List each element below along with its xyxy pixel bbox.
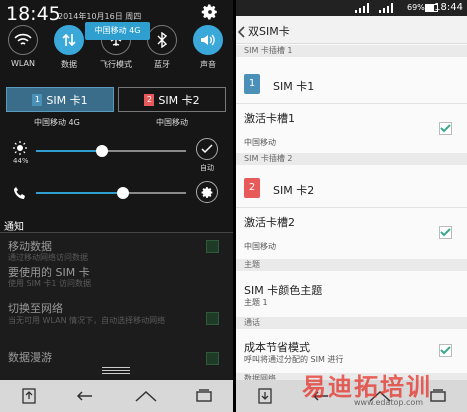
divider bbox=[236, 207, 467, 208]
sim-color-theme-value: 主题 1 bbox=[244, 298, 268, 307]
carrier-toast: 中国移动 4G bbox=[85, 22, 150, 40]
volume-knob[interactable] bbox=[117, 187, 129, 199]
date: 2014年10月16日 周四 bbox=[58, 12, 142, 21]
volume-icon bbox=[193, 25, 223, 55]
notification-header: 通知 bbox=[4, 222, 24, 233]
qs-label: 声音 bbox=[200, 60, 216, 69]
sim2-button[interactable]: 2 SIM 卡2 bbox=[118, 87, 226, 112]
section-header-theme: 主题 bbox=[236, 259, 467, 271]
sim-color-theme-label: SIM 卡颜色主题 bbox=[244, 284, 323, 297]
drag-handle[interactable] bbox=[102, 367, 130, 375]
bg-sub: 当无可用 WLAN 情况下，自动选择移动网络 bbox=[8, 316, 166, 325]
qs-sound[interactable]: 声音 bbox=[191, 25, 225, 70]
phone-volume-icon bbox=[13, 185, 27, 204]
slot2-carrier: 中国移动 bbox=[244, 242, 276, 251]
activate-slot1-label: 激活卡槽1 bbox=[244, 112, 295, 125]
download-icon[interactable] bbox=[250, 384, 280, 408]
auto-label: 自动 bbox=[200, 164, 214, 172]
signal-4g-icon bbox=[354, 2, 374, 16]
sim2-carrier: 中国移动 bbox=[156, 118, 188, 127]
bg-checkbox bbox=[206, 240, 219, 253]
divider bbox=[0, 232, 233, 233]
sim1-button-label: SIM 卡1 bbox=[46, 93, 88, 107]
watermark: 易迪拓培训 bbox=[302, 373, 432, 401]
bg-sub: 使用 SIM 卡1 访问数据 bbox=[8, 279, 92, 288]
slot1-checkbox[interactable] bbox=[439, 122, 452, 135]
activate-slot2-label: 激活卡槽2 bbox=[244, 216, 295, 229]
home-icon[interactable] bbox=[131, 384, 161, 408]
sim2-icon: 2 bbox=[244, 178, 260, 198]
sim2-button-label: SIM 卡2 bbox=[158, 93, 200, 107]
signal-icon bbox=[378, 2, 398, 16]
back-icon[interactable] bbox=[72, 384, 102, 408]
volume-fill bbox=[36, 192, 123, 194]
qs-label: 数据 bbox=[61, 60, 77, 69]
page-title: 双SIM卡 bbox=[248, 25, 290, 38]
status-bar: 69% 18:44 bbox=[236, 0, 467, 16]
cost-saving-desc: 呼叫将通过分配的 SIM 进行 bbox=[244, 355, 344, 364]
clock: 18:45 bbox=[6, 3, 61, 25]
qs-data[interactable]: 数据 bbox=[52, 25, 86, 70]
sim2-name: SIM 卡2 bbox=[273, 184, 315, 197]
sim1-carrier: 中国移动 4G bbox=[34, 118, 80, 127]
back-arrow-icon[interactable] bbox=[237, 23, 246, 42]
bg-checkbox bbox=[206, 352, 219, 365]
slot2-checkbox[interactable] bbox=[439, 226, 452, 239]
auto-brightness-button[interactable] bbox=[196, 138, 218, 160]
bluetooth-icon bbox=[147, 25, 177, 55]
section-header-call: 通话 bbox=[236, 317, 467, 329]
cost-saving-checkbox[interactable] bbox=[439, 344, 452, 357]
bg-item: 切换至网络 bbox=[8, 302, 63, 315]
bg-checkbox bbox=[206, 312, 219, 325]
clock: 18:44 bbox=[434, 2, 463, 13]
qs-bluetooth[interactable]: 蓝牙 bbox=[145, 25, 179, 70]
brightness-percent: 44% bbox=[13, 157, 29, 165]
brightness-fill bbox=[36, 150, 102, 152]
notification-shade-screen: 移动数据 通过移动网络访问数据 要使用的 SIM 卡 使用 SIM 卡1 访问数… bbox=[0, 0, 233, 412]
dual-sim-settings-screen: 69% 18:44 双SIM卡 SIM 卡插槽 1 1 SIM 卡1 激活卡槽1… bbox=[236, 0, 467, 412]
sim1-icon: 1 bbox=[244, 74, 260, 94]
bg-sub: 通过移动网络访问数据 bbox=[8, 253, 88, 262]
sim1-button[interactable]: 1 SIM 卡1 bbox=[6, 87, 114, 112]
quick-settings-panel: 18:45 2014年10月16日 周四 WLAN 数据 飞行模式 蓝牙 声音 … bbox=[0, 0, 233, 233]
wifi-icon bbox=[8, 25, 38, 55]
nav-bar bbox=[0, 380, 233, 412]
volume-settings-button[interactable] bbox=[196, 181, 218, 203]
brightness-knob[interactable] bbox=[96, 145, 108, 157]
section-header-sim2: SIM 卡插槽 2 bbox=[236, 153, 467, 165]
share-icon[interactable] bbox=[14, 384, 44, 408]
title-bar: 双SIM卡 bbox=[236, 16, 467, 44]
section-header-sim1: SIM 卡插槽 1 bbox=[236, 45, 467, 57]
slot1-carrier: 中国移动 bbox=[244, 138, 276, 147]
recents-icon[interactable] bbox=[189, 384, 219, 408]
data-arrows-icon bbox=[54, 25, 84, 55]
sim2-icon: 2 bbox=[144, 93, 155, 106]
bg-item: 数据漫游 bbox=[8, 351, 52, 364]
sim1-icon: 1 bbox=[32, 93, 43, 106]
battery-percent: 69% bbox=[407, 3, 425, 12]
cost-saving-label: 成本节省模式 bbox=[244, 341, 310, 354]
watermark-url: www.edatop.com bbox=[354, 398, 424, 407]
gear-icon[interactable] bbox=[201, 3, 219, 21]
sim1-name: SIM 卡1 bbox=[273, 80, 315, 93]
qs-wlan[interactable]: WLAN bbox=[6, 25, 40, 68]
divider bbox=[236, 103, 467, 104]
